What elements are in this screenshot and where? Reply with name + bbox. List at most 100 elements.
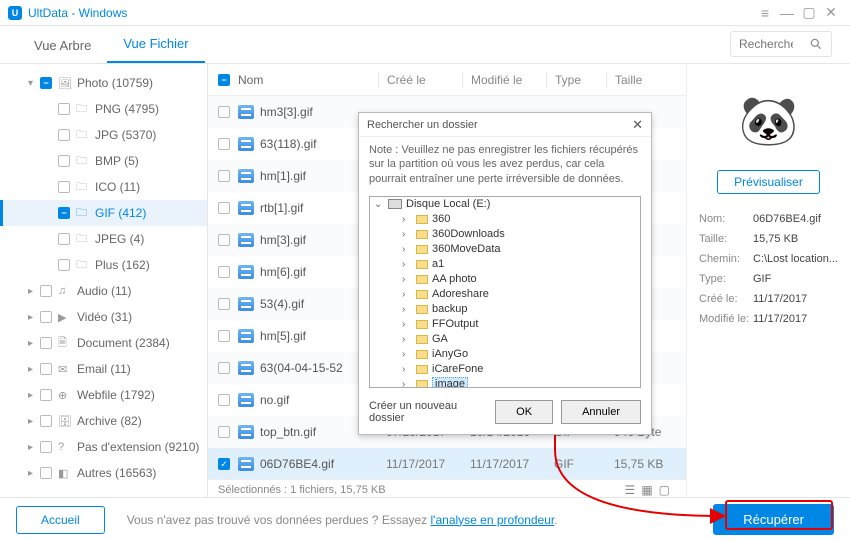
view-large-icon[interactable]: ▢ bbox=[659, 483, 670, 497]
dialog-drive-root[interactable]: ⌄Disque Local (E:) bbox=[370, 197, 640, 212]
file-icon bbox=[238, 329, 254, 343]
file-icon bbox=[238, 297, 254, 311]
tree-item-ico[interactable]: 🗀ICO (11) bbox=[0, 174, 207, 200]
search-input[interactable] bbox=[731, 37, 801, 51]
select-all-checkbox[interactable] bbox=[218, 74, 230, 86]
sidebar-tree[interactable]: ▾🖼 Photo (10759) 🗀PNG (4795) 🗀JPG (5370)… bbox=[0, 64, 208, 499]
tree-item-png[interactable]: 🗀PNG (4795) bbox=[0, 96, 207, 122]
row-checkbox[interactable] bbox=[218, 298, 230, 310]
row-checkbox[interactable] bbox=[218, 138, 230, 150]
file-name: 06D76BE4.gif bbox=[260, 457, 378, 471]
tree-item-jpg[interactable]: 🗀JPG (5370) bbox=[0, 122, 207, 148]
list-header: Nom Créé le Modifié le Type Taille bbox=[208, 64, 686, 96]
file-icon bbox=[238, 425, 254, 439]
dialog-title: Rechercher un dossier bbox=[367, 119, 478, 131]
prev-created-value: 11/17/2017 bbox=[753, 290, 838, 308]
tree-root-photo[interactable]: ▾🖼 Photo (10759) bbox=[0, 70, 207, 96]
file-icon bbox=[238, 393, 254, 407]
row-checkbox[interactable] bbox=[218, 458, 230, 470]
dialog-ok-button[interactable]: OK bbox=[495, 400, 553, 424]
col-name[interactable]: Nom bbox=[238, 73, 378, 87]
file-icon bbox=[238, 201, 254, 215]
maximize-button[interactable]: ▢ bbox=[798, 2, 820, 24]
tree-item-jpeg[interactable]: 🗀JPEG (4) bbox=[0, 226, 207, 252]
col-size[interactable]: Taille bbox=[606, 73, 676, 87]
file-size: 15,75 KB bbox=[606, 457, 676, 471]
close-button[interactable]: ✕ bbox=[820, 2, 842, 24]
app-title: UltData - Windows bbox=[28, 6, 127, 20]
minimize-button[interactable]: — bbox=[776, 2, 798, 24]
preview-button[interactable]: Prévisualiser bbox=[717, 170, 820, 194]
prev-type-value: GIF bbox=[753, 270, 838, 288]
file-icon bbox=[238, 361, 254, 375]
search-box[interactable] bbox=[730, 31, 832, 57]
dialog-folder-tree[interactable]: ⌄Disque Local (E:) ›360›360Downloads›360… bbox=[369, 196, 641, 388]
prev-modified-label: Modifié le: bbox=[699, 310, 751, 328]
dialog-folder-item[interactable]: ›360MoveData bbox=[370, 242, 640, 257]
menu-icon[interactable]: ≡ bbox=[754, 2, 776, 24]
status-bar: Sélectionnés : 1 fichiers, 15,75 KB ☰ ▦ … bbox=[208, 479, 686, 499]
row-checkbox[interactable] bbox=[218, 394, 230, 406]
titlebar: U UltData - Windows ≡ — ▢ ✕ bbox=[0, 0, 850, 26]
row-checkbox[interactable] bbox=[218, 202, 230, 214]
prev-name-value: 06D76BE4.gif bbox=[753, 210, 838, 228]
dialog-folder-item[interactable]: ›image bbox=[370, 377, 640, 388]
row-checkbox[interactable] bbox=[218, 106, 230, 118]
tab-tree-view[interactable]: Vue Arbre bbox=[18, 28, 107, 63]
tree-cat-others[interactable]: ▸◧Autres (16563) bbox=[0, 460, 207, 486]
new-folder-link[interactable]: Créer un nouveau dossier bbox=[369, 400, 479, 424]
deep-scan-link[interactable]: l'analyse en profondeur bbox=[431, 513, 555, 527]
file-icon bbox=[238, 169, 254, 183]
tree-cat-webfile[interactable]: ▸⊕Webfile (1792) bbox=[0, 382, 207, 408]
file-icon bbox=[238, 233, 254, 247]
tree-cat-audio[interactable]: ▸♫Audio (11) bbox=[0, 278, 207, 304]
bottom-bar: Accueil Vous n'avez pas trouvé vos donné… bbox=[0, 497, 850, 541]
prev-path-value: C:\Lost location... bbox=[753, 250, 838, 268]
preview-thumbnail: 🐼 bbox=[709, 80, 829, 160]
tree-item-plus[interactable]: 🗀Plus (162) bbox=[0, 252, 207, 278]
view-list-icon[interactable]: ☰ bbox=[625, 483, 636, 497]
tree-cat-video[interactable]: ▸▶Vidéo (31) bbox=[0, 304, 207, 330]
dialog-folder-item[interactable]: ›backup bbox=[370, 302, 640, 317]
prev-type-label: Type: bbox=[699, 270, 751, 288]
tree-label: Photo (10759) bbox=[77, 76, 153, 90]
search-icon[interactable] bbox=[801, 37, 831, 51]
dialog-folder-item[interactable]: ›AA photo bbox=[370, 272, 640, 287]
home-button[interactable]: Accueil bbox=[16, 506, 105, 534]
dialog-close-icon[interactable]: ✕ bbox=[632, 117, 643, 133]
table-row[interactable]: 06D76BE4.gif11/17/201711/17/2017GIF15,75… bbox=[208, 448, 686, 479]
dialog-folder-item[interactable]: ›Adoreshare bbox=[370, 287, 640, 302]
dialog-folder-item[interactable]: ›a1 bbox=[370, 257, 640, 272]
dialog-folder-item[interactable]: ›iCareFone bbox=[370, 362, 640, 377]
recover-button[interactable]: Récupérer bbox=[713, 504, 834, 535]
col-modified[interactable]: Modifié le bbox=[462, 73, 546, 87]
tab-file-view[interactable]: Vue Fichier bbox=[107, 26, 204, 63]
dialog-folder-item[interactable]: ›GA bbox=[370, 332, 640, 347]
tree-cat-document[interactable]: ▸🗎Document (2384) bbox=[0, 330, 207, 356]
prev-size-label: Taille: bbox=[699, 230, 751, 248]
tree-cat-email[interactable]: ▸✉Email (11) bbox=[0, 356, 207, 382]
dialog-folder-item[interactable]: ›iAnyGo bbox=[370, 347, 640, 362]
row-checkbox[interactable] bbox=[218, 426, 230, 438]
prev-path-label: Chemin: bbox=[699, 250, 751, 268]
row-checkbox[interactable] bbox=[218, 234, 230, 246]
col-created[interactable]: Créé le bbox=[378, 73, 462, 87]
file-icon bbox=[238, 137, 254, 151]
row-checkbox[interactable] bbox=[218, 362, 230, 374]
dialog-cancel-button[interactable]: Annuler bbox=[561, 400, 641, 424]
dialog-folder-item[interactable]: ›FFOutput bbox=[370, 317, 640, 332]
view-grid-icon[interactable]: ▦ bbox=[641, 483, 652, 497]
file-created: 11/17/2017 bbox=[378, 457, 462, 471]
dialog-folder-item[interactable]: ›360 bbox=[370, 212, 640, 227]
tree-cat-noext[interactable]: ▸?Pas d'extension (9210) bbox=[0, 434, 207, 460]
col-type[interactable]: Type bbox=[546, 73, 606, 87]
row-checkbox[interactable] bbox=[218, 170, 230, 182]
tree-cat-archive[interactable]: ▸🗄Archive (82) bbox=[0, 408, 207, 434]
file-icon bbox=[238, 265, 254, 279]
tree-item-gif[interactable]: 🗀GIF (412) bbox=[0, 200, 207, 226]
row-checkbox[interactable] bbox=[218, 266, 230, 278]
row-checkbox[interactable] bbox=[218, 330, 230, 342]
tree-item-bmp[interactable]: 🗀BMP (5) bbox=[0, 148, 207, 174]
dialog-folder-item[interactable]: ›360Downloads bbox=[370, 227, 640, 242]
file-type: GIF bbox=[546, 457, 606, 471]
